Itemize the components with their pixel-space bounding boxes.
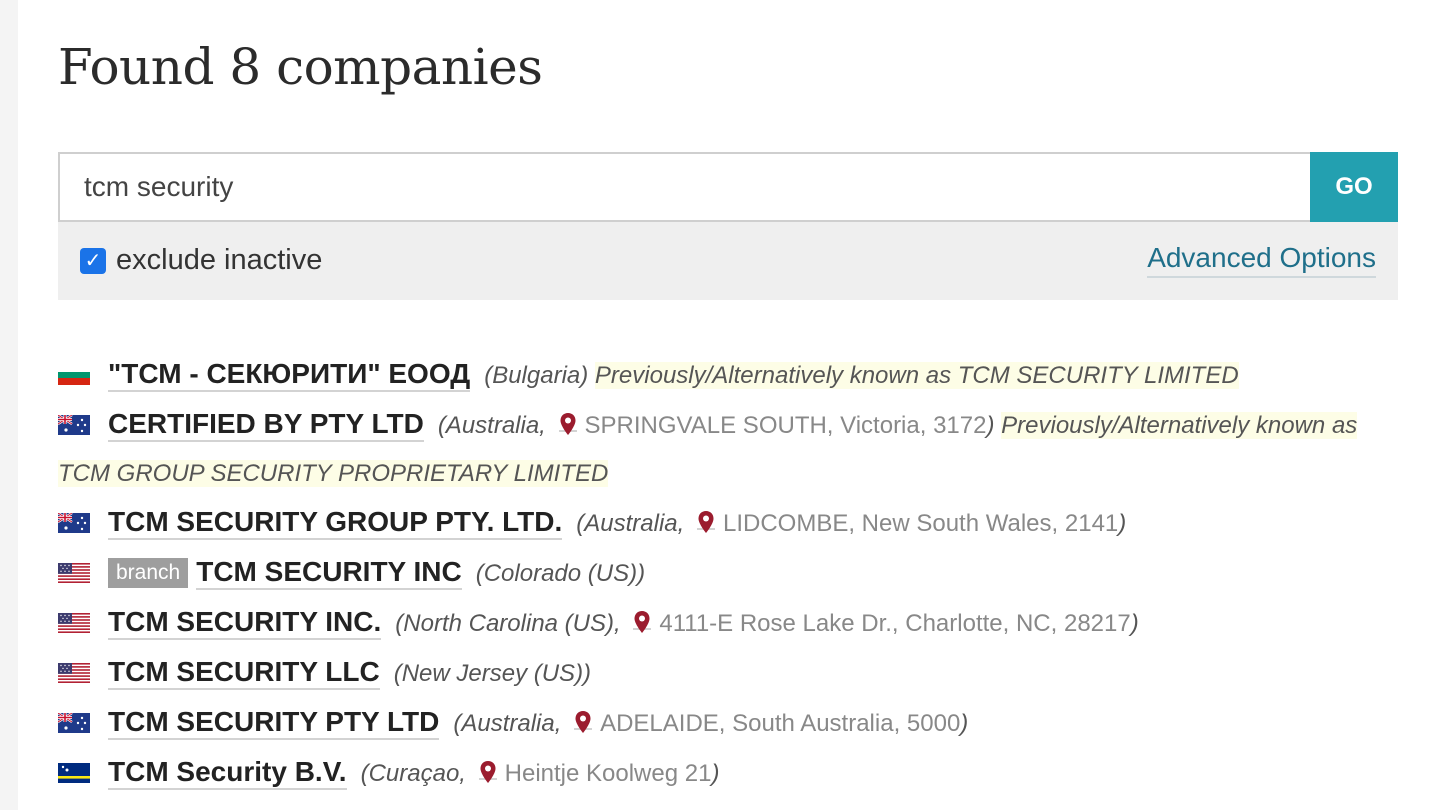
jurisdiction: (Curaçao, Heintje Koolweg 21) xyxy=(361,760,720,787)
company-name-link[interactable]: TCM SECURITY LLC xyxy=(108,656,380,690)
jurisdiction: (Australia, ADELAIDE, South Australia, 5… xyxy=(453,710,968,737)
branch-badge: branch xyxy=(108,558,189,588)
flag-cw-icon xyxy=(58,752,90,783)
jurisdiction-close: ) xyxy=(960,710,969,737)
result-row: "ТСМ - СЕКЮРИТИ" ЕООД (Bulgaria) Previous… xyxy=(58,350,1398,400)
search-input[interactable] xyxy=(58,152,1310,222)
map-pin-icon[interactable] xyxy=(633,603,652,633)
alternative-name: Previously/Alternatively known as TCM SE… xyxy=(594,362,1239,389)
jurisdiction-text: (North Carolina (US), xyxy=(395,610,621,637)
address: Heintje Koolweg 21 xyxy=(504,760,712,787)
flag-au-icon xyxy=(57,502,90,533)
page-title: Found 8 companies xyxy=(58,38,543,96)
flag-bg-icon xyxy=(58,354,90,385)
address: ADELAIDE, South Australia, 5000 xyxy=(600,710,961,737)
result-row: TCM Security B.V. (Curaçao, Heintje Koolw… xyxy=(58,748,1398,798)
flag-au-icon xyxy=(57,404,90,435)
jurisdiction-text: (Australia, xyxy=(437,412,546,439)
company-name-link[interactable]: TCM SECURITY INC. xyxy=(108,606,382,640)
exclude-inactive-toggle[interactable]: ✓ exclude inactive xyxy=(80,244,322,277)
company-name-link[interactable]: TCM SECURITY INC xyxy=(196,556,462,590)
address: SPRINGVALE SOUTH, Victoria, 3172 xyxy=(584,412,987,439)
exclude-inactive-label: exclude inactive xyxy=(116,244,323,276)
results-list: "ТСМ - СЕКЮРИТИ" ЕООД (Bulgaria) Previous… xyxy=(57,350,1398,798)
flag-us-icon xyxy=(58,602,90,633)
options-bar: ✓ exclude inactive Advanced Options xyxy=(58,222,1398,300)
result-row: TCM SECURITY PTY LTD (Australia, ADELAIDE… xyxy=(57,698,1398,748)
search-form: GO xyxy=(58,152,1398,222)
company-name-link[interactable]: TCM SECURITY PTY LTD xyxy=(108,706,440,740)
map-pin-icon[interactable] xyxy=(478,753,497,783)
jurisdiction: (New Jersey (US)) xyxy=(394,660,591,687)
jurisdiction-text: (Australia, xyxy=(453,710,562,737)
jurisdiction: (Colorado (US)) xyxy=(476,560,645,587)
flag-au-icon xyxy=(57,702,90,733)
page: Found 8 companies GO ✓ exclude inactive … xyxy=(18,0,1438,810)
jurisdiction-text: (Australia, xyxy=(576,510,685,537)
flag-us-icon xyxy=(58,652,90,683)
map-pin-icon[interactable] xyxy=(558,405,577,435)
map-pin-icon[interactable] xyxy=(696,503,715,533)
address: LIDCOMBE, New South Wales, 2141 xyxy=(722,510,1119,537)
company-name-link[interactable]: TCM SECURITY GROUP PTY. LTD. xyxy=(108,506,563,540)
go-button[interactable]: GO xyxy=(1310,152,1398,222)
jurisdiction-text: (Bulgaria) xyxy=(484,362,589,389)
jurisdiction-close: ) xyxy=(1130,610,1139,637)
result-row: branch TCM SECURITY INC (Colorado (US)) xyxy=(58,548,1398,598)
jurisdiction-close: ) xyxy=(1118,510,1127,537)
jurisdiction-text: (Colorado (US)) xyxy=(475,560,646,587)
advanced-options-link[interactable]: Advanced Options xyxy=(1147,242,1376,278)
result-row: TCM SECURITY INC. (North Carolina (US), 4… xyxy=(58,598,1398,648)
jurisdiction-close: ) xyxy=(986,412,995,439)
company-name-link[interactable]: "ТСМ - СЕКЮРИТИ" ЕООД xyxy=(108,358,471,392)
jurisdiction-close: ) xyxy=(711,760,720,787)
flag-us-icon xyxy=(58,552,90,583)
map-pin-icon[interactable] xyxy=(574,703,593,733)
company-name-link[interactable]: CERTIFIED BY PTY LTD xyxy=(108,408,424,442)
jurisdiction: (Australia, LIDCOMBE, New South Wales, 2… xyxy=(576,510,1126,537)
result-row: TCM SECURITY LLC (New Jersey (US)) xyxy=(58,648,1398,698)
address: 4111-E Rose Lake Dr., Charlotte, NC, 282… xyxy=(659,610,1131,637)
company-name-link[interactable]: TCM Security B.V. xyxy=(108,756,347,790)
jurisdiction: (Bulgaria) xyxy=(484,362,588,389)
jurisdiction: (Australia, SPRINGVALE SOUTH, Victoria, … xyxy=(438,412,995,439)
checkbox-checked-icon[interactable]: ✓ xyxy=(80,247,106,274)
jurisdiction-text: (New Jersey (US)) xyxy=(393,660,592,687)
jurisdiction-text: (Curaçao, xyxy=(360,760,466,787)
jurisdiction: (North Carolina (US), 4111-E Rose Lake D… xyxy=(395,610,1138,637)
result-row: TCM SECURITY GROUP PTY. LTD. (Australia, … xyxy=(57,498,1398,548)
result-row: CERTIFIED BY PTY LTD (Australia, SPRINGVA… xyxy=(57,400,1398,498)
